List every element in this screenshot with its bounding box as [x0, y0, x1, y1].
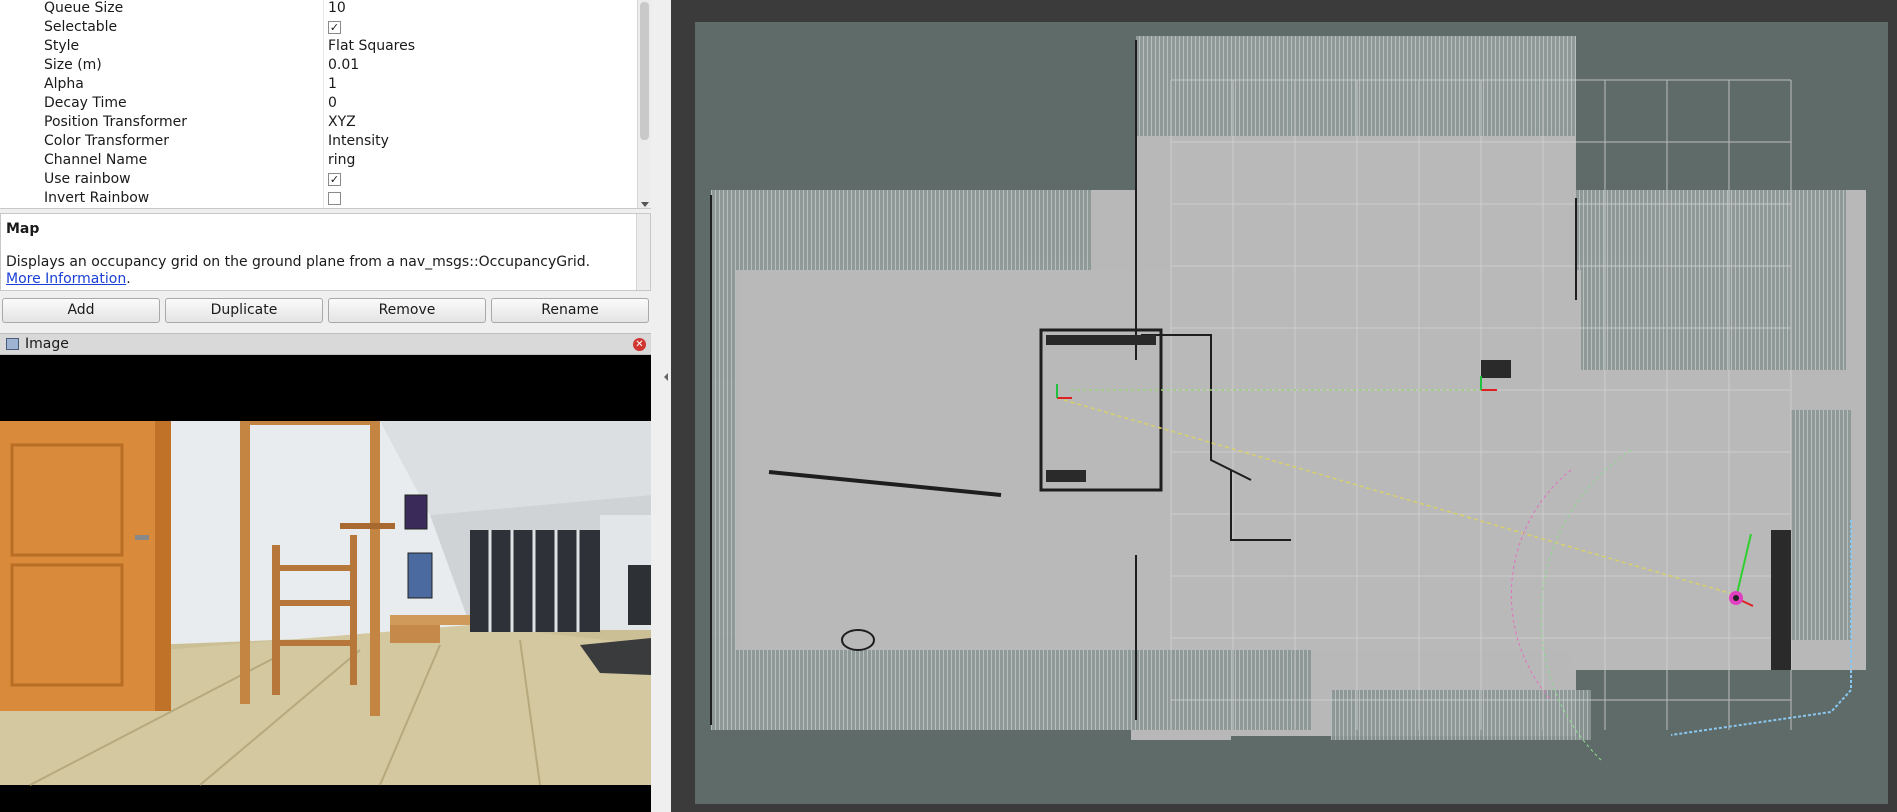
properties-tree: Queue Size 10 Selectable ✓ Style Flat Squares… [0, 0, 651, 209]
image-panel-titlebar[interactable]: Image ✕ [0, 333, 651, 355]
camera-image-view [0, 355, 651, 812]
property-name: Invert Rainbow [44, 190, 150, 206]
dock-splitter[interactable] [651, 0, 671, 812]
description-title: Map [6, 221, 40, 237]
property-value[interactable]: 1 [328, 75, 337, 94]
property-value[interactable]: XYZ [328, 113, 356, 132]
close-icon[interactable]: ✕ [633, 338, 646, 351]
property-row[interactable]: Style Flat Squares [0, 37, 636, 56]
property-value[interactable]: ring [328, 151, 355, 170]
description-text: Displays an occupancy grid on the ground… [6, 254, 591, 270]
3d-render-view[interactable] [671, 0, 1897, 812]
property-checkbox[interactable]: ✓ [328, 21, 341, 34]
duplicate-button[interactable]: Duplicate [165, 298, 323, 323]
occupancy-map[interactable] [671, 0, 1897, 812]
scrollbar-thumb[interactable] [640, 2, 649, 140]
properties-scrollbar[interactable] [637, 0, 651, 208]
property-row[interactable]: Invert Rainbow [0, 189, 636, 208]
image-panel-title: Image [25, 336, 69, 352]
property-name: Queue Size [44, 0, 124, 16]
property-row[interactable]: Color Transformer Intensity [0, 132, 636, 151]
property-name: Position Transformer [44, 114, 187, 130]
property-name: Decay Time [44, 95, 127, 111]
property-name: Alpha [44, 76, 84, 92]
description-trailing: . [126, 271, 131, 287]
property-row[interactable]: Use rainbow ✓ [0, 170, 636, 189]
property-row[interactable]: Selectable ✓ [0, 18, 636, 37]
camera-image [0, 355, 651, 812]
property-row[interactable]: Decay Time 0 [0, 94, 636, 113]
collapse-arrow-icon[interactable] [664, 373, 668, 381]
add-button[interactable]: Add [2, 298, 160, 323]
property-name: Color Transformer [44, 133, 170, 149]
property-row[interactable]: Queue Size 10 [0, 0, 636, 18]
property-row[interactable]: Alpha 1 [0, 75, 636, 94]
property-value[interactable]: Intensity [328, 132, 389, 151]
description-scrollbar[interactable] [636, 214, 650, 290]
property-row[interactable]: Size (m) 0.01 [0, 56, 636, 75]
property-checkbox[interactable] [328, 192, 341, 205]
property-checkbox[interactable]: ✓ [328, 173, 341, 186]
rename-button[interactable]: Rename [491, 298, 649, 323]
description-panel: Map Displays an occupancy grid on the gr… [0, 213, 651, 291]
property-value[interactable]: 10 [328, 0, 346, 18]
property-name: Use rainbow [44, 171, 131, 187]
window-icon [6, 338, 19, 350]
property-row[interactable]: Position Transformer XYZ [0, 113, 636, 132]
left-dock: Queue Size 10 Selectable ✓ Style Flat Squares… [0, 0, 651, 812]
property-name: Style [44, 38, 80, 54]
property-name: Channel Name [44, 152, 148, 168]
remove-button[interactable]: Remove [328, 298, 486, 323]
property-value[interactable]: Flat Squares [328, 37, 415, 56]
description-body: Displays an occupancy grid on the ground… [6, 254, 626, 288]
property-row[interactable]: Channel Name ring [0, 151, 636, 170]
property-name: Size (m) [44, 57, 102, 73]
property-value[interactable]: 0 [328, 94, 337, 113]
more-information-link[interactable]: More Information [6, 271, 126, 287]
property-value[interactable]: 0.01 [328, 56, 359, 75]
property-name: Selectable [44, 19, 118, 35]
scroll-down-arrow-icon[interactable] [641, 202, 649, 207]
